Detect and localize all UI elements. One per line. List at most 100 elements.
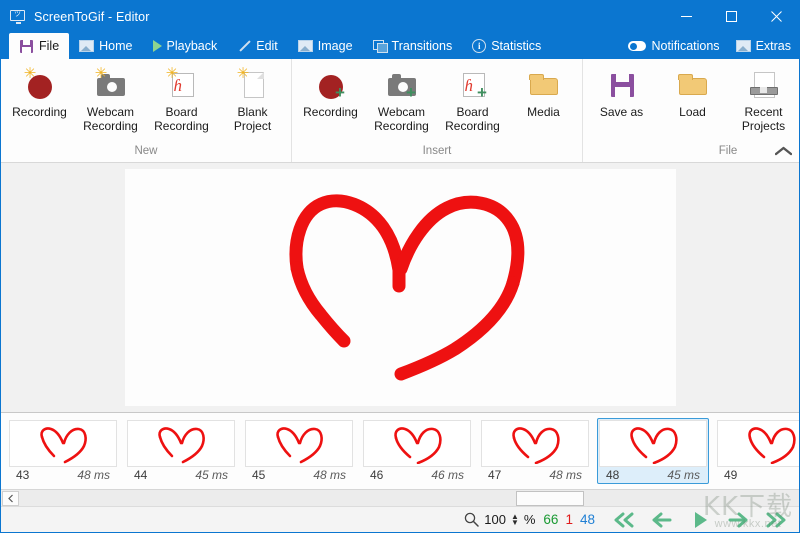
frame-item[interactable]: 43 48 ms [7, 418, 119, 484]
zoom-stepper[interactable]: ▲ ▼ [511, 514, 519, 526]
minimize-icon [681, 11, 692, 22]
image-icon [736, 40, 751, 52]
insert-recording-button[interactable]: + Recording [295, 64, 366, 122]
left-arrow-icon [650, 512, 674, 528]
current-frame-index: 48 [580, 512, 595, 527]
frame-number: 46 [370, 468, 383, 482]
frame-thumbnail [127, 420, 235, 467]
next-frame-button[interactable] [719, 508, 757, 532]
play-icon [690, 511, 710, 529]
ribbon-collapse-button[interactable] [773, 142, 793, 160]
insert-media-button[interactable]: Media [508, 64, 579, 122]
heart-thumbnail-icon [501, 424, 569, 464]
webcam-insert-icon: + [385, 67, 419, 103]
new-recording-button[interactable]: ✳ Recording [4, 64, 75, 122]
tab-playback[interactable]: Playback [143, 33, 228, 59]
ribbon-group-insert: + Recording + Webcam Recording [291, 59, 582, 162]
recent-projects-icon [747, 67, 781, 103]
last-frame-button[interactable] [757, 508, 795, 532]
frame-item[interactable]: 44 45 ms [125, 418, 237, 484]
chevron-up-icon [775, 146, 792, 157]
save-as-button[interactable]: Save as [586, 64, 657, 122]
heart-thumbnail-icon [147, 424, 215, 464]
frame-item[interactable]: 45 48 ms [243, 418, 355, 484]
tab-image[interactable]: Image [288, 33, 363, 59]
previous-frame-button[interactable] [643, 508, 681, 532]
selected-frames-count: 1 [565, 512, 573, 527]
frame-item-selected[interactable]: 48 45 ms [597, 418, 709, 484]
frame-filmstrip[interactable]: 43 48 ms 44 45 ms [1, 412, 799, 489]
scroll-left-button[interactable] [2, 491, 19, 506]
frame-delay: 45 ms [195, 468, 228, 482]
save-icon [19, 39, 34, 54]
right-arrow-icon [726, 512, 750, 528]
frame-number: 48 [606, 468, 619, 482]
frame-number: 44 [134, 468, 147, 482]
zoom-stepper-down[interactable]: ▼ [511, 520, 519, 526]
window-controls [664, 1, 799, 32]
minimize-button[interactable] [664, 1, 709, 32]
zoom-control[interactable]: 100 ▲ ▼ % [464, 512, 537, 527]
frame-meta: 47 48 ms [481, 467, 589, 482]
insert-webcam-recording-button[interactable]: + Webcam Recording [366, 64, 437, 136]
blank-project-button[interactable]: ✳ Blank Project [217, 64, 288, 136]
ribbon-tab-strip: File Home Playback Edit Image Transition… [1, 32, 799, 59]
new-board-recording-button[interactable]: ɦ ✳ Board Recording [146, 64, 217, 136]
tab-transitions[interactable]: Transitions [363, 33, 463, 59]
insert-webcam-recording-label: Webcam Recording [367, 105, 436, 133]
heart-thumbnail-icon [29, 424, 97, 464]
extras-label: Extras [756, 39, 791, 53]
maximize-button[interactable] [709, 1, 754, 32]
frame-number: 49 [724, 468, 737, 482]
tab-home[interactable]: Home [69, 33, 142, 59]
frame-thumbnail [245, 420, 353, 467]
tab-statistics[interactable]: i Statistics [462, 33, 551, 59]
ribbon-group-file-label: File [586, 145, 800, 160]
extras-button[interactable]: Extras [728, 33, 799, 59]
play-button[interactable] [681, 508, 719, 532]
frame-number: 47 [488, 468, 501, 482]
first-frame-button[interactable] [605, 508, 643, 532]
play-icon [153, 40, 162, 52]
scrollbar-thumb[interactable] [516, 491, 584, 506]
frame-delay: 48 ms [549, 468, 582, 482]
frame-thumbnail [481, 420, 589, 467]
title-bar: ツ ScreenToGif - Editor [1, 1, 799, 32]
heart-thumbnail-icon [383, 424, 451, 464]
notifications-toggle[interactable]: Notifications [620, 33, 727, 59]
new-board-recording-label: Board Recording [147, 105, 216, 133]
load-button[interactable]: Load [657, 64, 728, 122]
new-recording-label: Recording [12, 105, 67, 119]
blank-project-icon: ✳ [236, 67, 270, 103]
frame-delay: 45 ms [667, 468, 700, 482]
new-webcam-recording-label: Webcam Recording [76, 105, 145, 133]
double-left-icon [612, 512, 636, 528]
frame-item[interactable]: 49 47 [715, 418, 799, 484]
image-icon [298, 40, 313, 52]
zoom-value[interactable]: 100 [484, 512, 506, 527]
tab-strip-spacer: Notifications Extras [620, 33, 799, 59]
frame-meta: 48 45 ms [599, 467, 707, 482]
frame-item[interactable]: 46 46 ms [361, 418, 473, 484]
heart-thumbnail-icon [265, 424, 333, 464]
filmstrip-scrollbar[interactable] [1, 489, 799, 506]
tab-edit[interactable]: Edit [227, 33, 288, 59]
canvas-area[interactable] [1, 163, 799, 412]
pencil-icon [237, 39, 251, 53]
frame-thumbnail [717, 420, 799, 467]
folder-icon [527, 67, 561, 103]
frame-canvas[interactable] [125, 169, 676, 406]
close-button[interactable] [754, 1, 799, 32]
tab-image-label: Image [318, 39, 353, 53]
info-icon: i [472, 39, 486, 53]
tab-file[interactable]: File [9, 33, 69, 59]
tab-home-label: Home [99, 39, 132, 53]
recent-projects-button[interactable]: Recent Projects [728, 64, 799, 136]
heart-thumbnail-icon [619, 424, 687, 464]
frame-meta: 43 48 ms [9, 467, 117, 482]
total-frames-count: 66 [543, 512, 558, 527]
status-bar: 100 ▲ ▼ % 66 1 48 [1, 506, 799, 532]
new-webcam-recording-button[interactable]: ✳ Webcam Recording [75, 64, 146, 136]
insert-board-recording-button[interactable]: ɦ + Board Recording [437, 64, 508, 136]
frame-item[interactable]: 47 48 ms [479, 418, 591, 484]
